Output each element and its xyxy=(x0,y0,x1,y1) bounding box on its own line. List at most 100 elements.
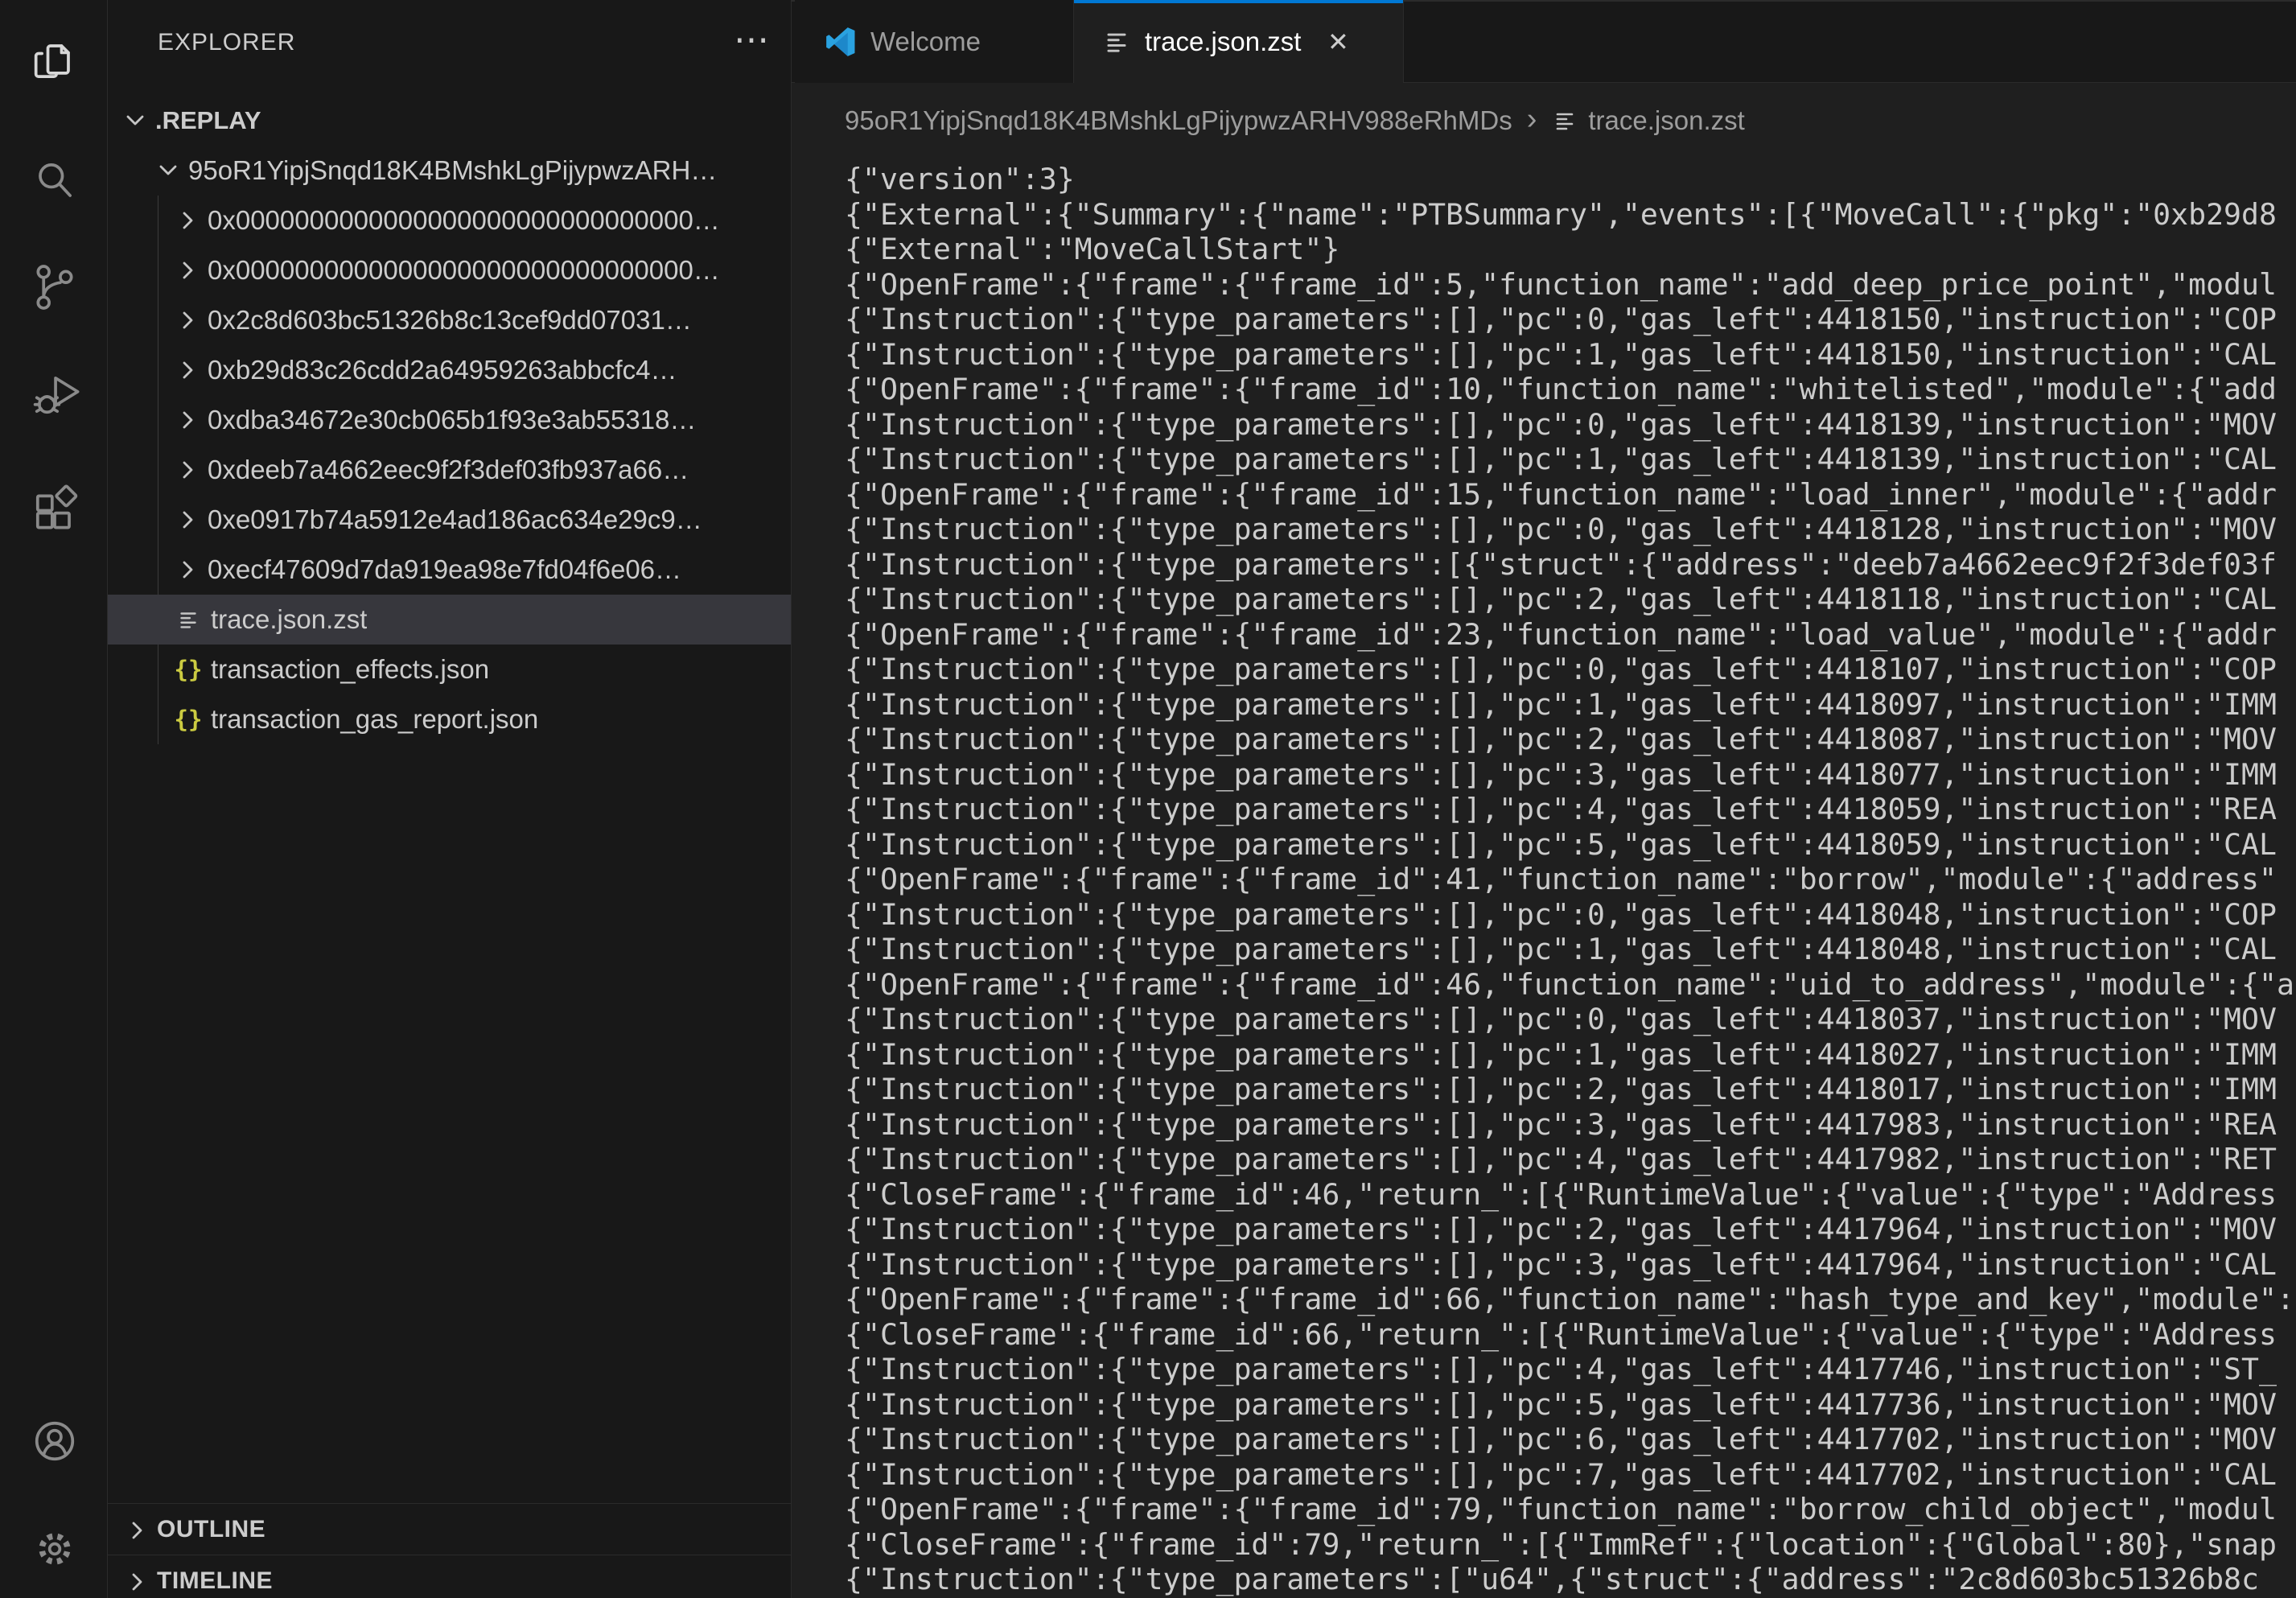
more-actions-icon[interactable]: ⋯ xyxy=(727,19,776,60)
timeline-panel-header[interactable]: TIMELINE xyxy=(108,1555,791,1598)
editor-code[interactable]: {"version":3}{"External":{"Summary":{"na… xyxy=(845,162,2296,1597)
tab-trace-json-zst[interactable]: trace.json.zst ✕ xyxy=(1074,0,1404,83)
code-line: {"Instruction":{"type_parameters":[],"pc… xyxy=(845,652,2296,687)
tab-welcome-label: Welcome xyxy=(870,27,981,57)
tree-folder-0[interactable]: .REPLAY xyxy=(108,96,791,146)
code-line: {"Instruction":{"type_parameters":[{"str… xyxy=(845,547,2296,583)
tree-item-label: 0xb29d83c26cdd2a64959263abbcfc4… xyxy=(208,355,677,385)
code-line: {"Instruction":{"type_parameters":[],"pc… xyxy=(845,1422,2296,1457)
json-icon: {} xyxy=(174,705,203,734)
chevron-right-icon xyxy=(174,556,201,583)
tree-folder-5[interactable]: 0xb29d83c26cdd2a64959263abbcfc4… xyxy=(108,345,791,395)
code-line: {"Instruction":{"type_parameters":[],"pc… xyxy=(845,827,2296,863)
code-line: {"Instruction":{"type_parameters":[],"pc… xyxy=(845,1037,2296,1073)
tree-item-label: 95oR1YipjSnqd18K4BMshkLgPijypwzARH… xyxy=(188,155,717,186)
tree-item-label: trace.json.zst xyxy=(211,604,367,635)
activity-bar xyxy=(0,0,108,1598)
code-line: {"Instruction":{"type_parameters":[],"pc… xyxy=(845,722,2296,757)
code-line: {"Instruction":{"type_parameters":[],"pc… xyxy=(845,582,2296,617)
trace-file-icon xyxy=(1101,27,1132,57)
code-line: {"Instruction":{"type_parameters":[],"pc… xyxy=(845,1352,2296,1387)
code-line: {"OpenFrame":{"frame":{"frame_id":15,"fu… xyxy=(845,477,2296,513)
breadcrumb-folder[interactable]: 95oR1YipjSnqd18K4BMshkLgPijypwzARHV988eR… xyxy=(845,105,1512,136)
tree-item-label: 0x2c8d603bc51326b8c13cef9dd07031… xyxy=(208,305,692,336)
tree-folder-8[interactable]: 0xe0917b74a5912e4ad186ac634e29c9… xyxy=(108,495,791,545)
code-line: {"Instruction":{"type_parameters":[],"pc… xyxy=(845,1457,2296,1493)
extensions-icon[interactable] xyxy=(27,476,83,533)
tree-item-label: 0x0000000000000000000000000000000… xyxy=(208,255,720,286)
code-line: {"Instruction":{"type_parameters":[],"pc… xyxy=(845,302,2296,337)
code-line: {"Instruction":{"type_parameters":[],"pc… xyxy=(845,512,2296,547)
tree-item-label: 0xdba34672e30cb065b1f93e3ab55318… xyxy=(208,405,696,435)
tree-item-transaction-effects.json[interactable]: {} transaction_effects.json xyxy=(108,645,791,694)
tab-trace-label: trace.json.zst xyxy=(1145,27,1301,57)
tab-welcome[interactable]: Welcome xyxy=(795,0,1074,83)
chevron-right-icon xyxy=(174,307,201,334)
tree-item-label: .REPLAY xyxy=(155,106,261,135)
tree-folder-9[interactable]: 0xecf47609d7da919ea98e7fd04f6e06… xyxy=(108,545,791,595)
code-line: {"Instruction":{"type_parameters":["u64"… xyxy=(845,1562,2296,1597)
tree-folder-7[interactable]: 0xdeeb7a4662eec9f2f3def03fb937a66… xyxy=(108,445,791,495)
code-line: {"Instruction":{"type_parameters":[],"pc… xyxy=(845,1212,2296,1247)
tree-item-label: 0xdeeb7a4662eec9f2f3def03fb937a66… xyxy=(208,455,689,485)
tree-folder-4[interactable]: 0x2c8d603bc51326b8c13cef9dd07031… xyxy=(108,295,791,345)
chevron-down-icon xyxy=(121,107,149,134)
tree-item-label: 0xecf47609d7da919ea98e7fd04f6e06… xyxy=(208,554,681,585)
code-line: {"OpenFrame":{"frame":{"frame_id":23,"fu… xyxy=(845,617,2296,653)
tree-item-label: 0x0000000000000000000000000000000… xyxy=(208,205,720,236)
code-line: {"Instruction":{"type_parameters":[],"pc… xyxy=(845,687,2296,723)
account-icon[interactable] xyxy=(27,1413,83,1469)
sidebar-header: EXPLORER ⋯ xyxy=(108,24,791,61)
outline-panel-header[interactable]: OUTLINE xyxy=(108,1503,791,1555)
code-line: {"Instruction":{"type_parameters":[],"pc… xyxy=(845,407,2296,443)
breadcrumb: 95oR1YipjSnqd18K4BMshkLgPijypwzARHV988eR… xyxy=(792,83,2296,159)
tree-item-label: transaction_effects.json xyxy=(211,654,489,685)
search-icon[interactable] xyxy=(27,153,83,209)
chevron-right-icon xyxy=(123,1568,149,1594)
code-line: {"CloseFrame":{"frame_id":79,"return_":[… xyxy=(845,1527,2296,1563)
tree-folder-3[interactable]: 0x0000000000000000000000000000000… xyxy=(108,245,791,295)
code-line: {"OpenFrame":{"frame":{"frame_id":41,"fu… xyxy=(845,862,2296,897)
code-line: {"OpenFrame":{"frame":{"frame_id":5,"fun… xyxy=(845,267,2296,303)
code-line: {"CloseFrame":{"frame_id":46,"return_":[… xyxy=(845,1177,2296,1213)
tree-item-trace.json.zst[interactable]: trace.json.zst xyxy=(108,595,791,645)
tree-folder-6[interactable]: 0xdba34672e30cb065b1f93e3ab55318… xyxy=(108,395,791,445)
code-line: {"Instruction":{"type_parameters":[],"pc… xyxy=(845,1002,2296,1037)
chevron-right-icon xyxy=(174,456,201,484)
run-debug-icon[interactable] xyxy=(27,366,83,422)
chevron-right-icon xyxy=(174,506,201,533)
breadcrumb-file[interactable]: trace.json.zst xyxy=(1588,105,1744,136)
tree-item-transaction-gas-report.json[interactable]: {} transaction_gas_report.json xyxy=(108,694,791,744)
trace-file-icon xyxy=(1551,107,1578,134)
code-line: {"Instruction":{"type_parameters":[],"pc… xyxy=(845,897,2296,933)
code-line: {"OpenFrame":{"frame":{"frame_id":79,"fu… xyxy=(845,1492,2296,1527)
code-line: {"Instruction":{"type_parameters":[],"pc… xyxy=(845,442,2296,477)
tree-folder-2[interactable]: 0x0000000000000000000000000000000… xyxy=(108,196,791,245)
tree-folder-1[interactable]: 95oR1YipjSnqd18K4BMshkLgPijypwzARH… xyxy=(108,146,791,196)
code-line: {"Instruction":{"type_parameters":[],"pc… xyxy=(845,792,2296,827)
code-line: {"Instruction":{"type_parameters":[],"pc… xyxy=(845,1387,2296,1423)
code-line: {"Instruction":{"type_parameters":[],"pc… xyxy=(845,1072,2296,1107)
code-line: {"CloseFrame":{"frame_id":66,"return_":[… xyxy=(845,1317,2296,1353)
timeline-panel-label: TIMELINE xyxy=(157,1567,273,1595)
json-icon: {} xyxy=(174,655,203,684)
chevron-right-icon xyxy=(174,406,201,434)
chevron-right-icon xyxy=(174,257,201,284)
code-line: {"OpenFrame":{"frame":{"frame_id":46,"fu… xyxy=(845,967,2296,1003)
source-control-icon[interactable] xyxy=(27,259,83,315)
outline-panel-label: OUTLINE xyxy=(157,1516,265,1543)
tree-item-label: transaction_gas_report.json xyxy=(211,704,538,735)
file-tree: .REPLAY 95oR1YipjSnqd18K4BMshkLgPijypwzAR… xyxy=(108,96,791,744)
settings-gear-icon[interactable] xyxy=(27,1521,83,1577)
explorer-title: EXPLORER xyxy=(158,29,295,56)
chevron-right-icon xyxy=(123,1517,149,1542)
files-icon[interactable] xyxy=(27,32,83,89)
editor-area: Welcome trace.json.zst ✕ 95oR1YipjSnqd18… xyxy=(792,0,2296,1598)
code-line: {"OpenFrame":{"frame":{"frame_id":66,"fu… xyxy=(845,1282,2296,1317)
vscode-window: EXPLORER ⋯ .REPLAY 95oR1YipjSnqd18K4BMshk… xyxy=(0,0,2296,1598)
trace-file-icon xyxy=(174,605,203,634)
code-line: {"Instruction":{"type_parameters":[],"pc… xyxy=(845,757,2296,793)
close-icon[interactable]: ✕ xyxy=(1322,26,1354,58)
code-line: {"OpenFrame":{"frame":{"frame_id":10,"fu… xyxy=(845,372,2296,407)
code-line: {"Instruction":{"type_parameters":[],"pc… xyxy=(845,932,2296,967)
